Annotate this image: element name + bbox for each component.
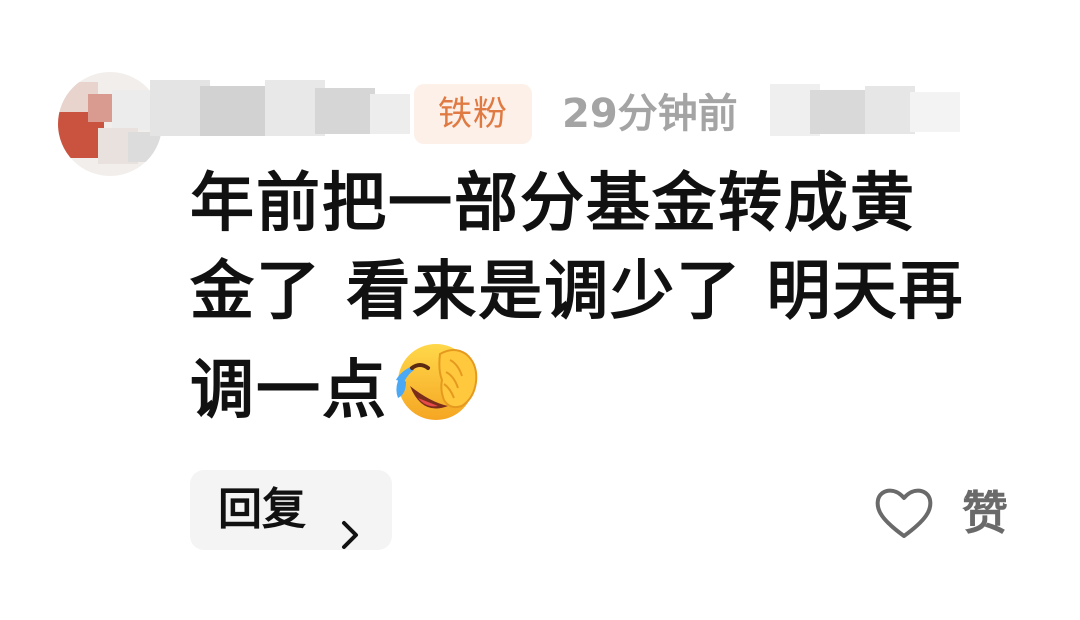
heart-outline-icon[interactable] [872,482,936,546]
like-label: 赞 [962,486,1008,540]
location-redacted [770,80,970,140]
comment-text-line: 调一点 [190,336,1040,447]
avatar[interactable] [58,72,162,176]
comment-card: 铁粉 29分钟前 年前把一部分基金转成黄 金了 看来是调少了 明天再 调一点 回… [0,0,1080,620]
fan-badge: 铁粉 [414,84,532,144]
comment-time: 29分钟前 [562,91,738,137]
comment-text-line: 金了 看来是调少了 明天再 [190,255,965,329]
username-redacted[interactable] [150,80,410,138]
reply-label: 回复 [218,484,306,535]
comment-text: 年前把一部分基金转成黄 金了 看来是调少了 明天再 调一点 [190,160,1040,447]
reply-button[interactable]: 回复 [190,470,392,550]
like-button[interactable]: 赞 [872,478,1032,548]
chevron-right-icon [340,496,360,576]
laughing-crying-facepalm-emoji-icon [392,336,484,447]
comment-text-line: 年前把一部分基金转成黄 [190,167,916,241]
